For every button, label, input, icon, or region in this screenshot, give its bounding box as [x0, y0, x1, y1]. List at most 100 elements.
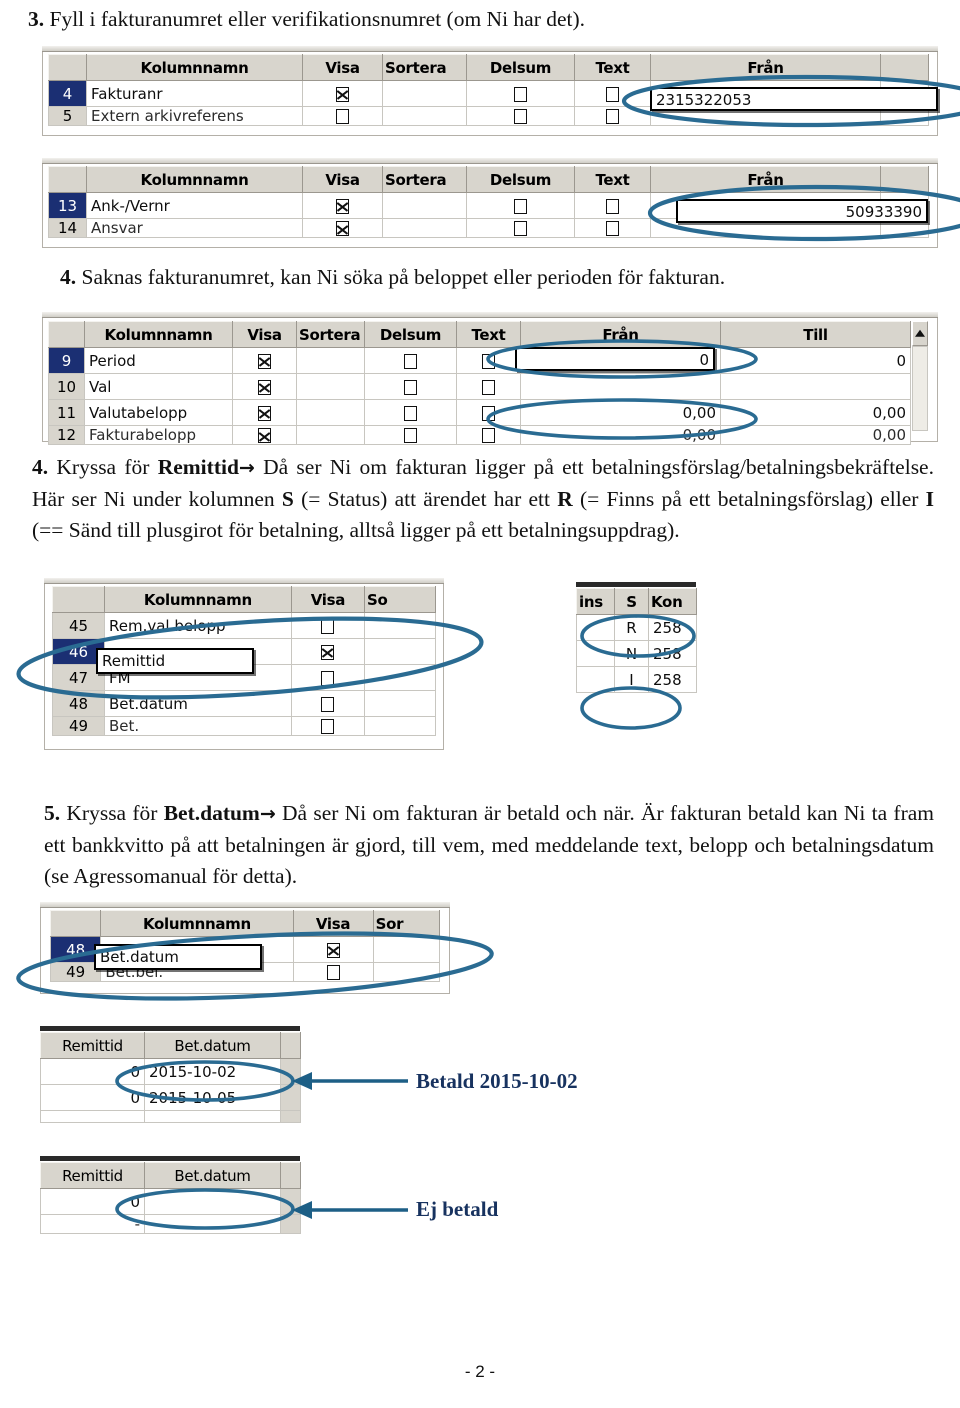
table-row[interactable]: 10 Val: [48, 373, 911, 400]
row-number[interactable]: 45: [52, 612, 105, 639]
row-sortera-cell[interactable]: [364, 664, 436, 691]
row-sortera-cell[interactable]: [382, 192, 467, 219]
row-number[interactable]: 13: [48, 192, 87, 219]
col-header-visa[interactable]: Visa: [292, 910, 374, 937]
col-header-delsum[interactable]: Delsum: [466, 166, 575, 193]
row-delsum-checkbox-cell[interactable]: [466, 80, 575, 107]
cell-betdatum[interactable]: [144, 1214, 281, 1234]
col-header-delsum[interactable]: Delsum: [364, 321, 457, 348]
checkbox-checked-icon[interactable]: [321, 644, 335, 660]
table-row[interactable]: R 258: [576, 614, 697, 641]
row-visa-checkbox-cell[interactable]: [292, 962, 374, 982]
row-text-checkbox-cell[interactable]: [574, 80, 651, 107]
checkbox-icon[interactable]: [482, 379, 495, 395]
col-header-rownum[interactable]: [48, 166, 87, 193]
checkbox-icon[interactable]: [606, 198, 619, 214]
checkbox-icon[interactable]: [326, 965, 340, 980]
col-header-rownum[interactable]: [48, 54, 87, 81]
table-row[interactable]: [40, 1110, 301, 1123]
cell-status[interactable]: N: [614, 640, 649, 667]
row-sortera-cell[interactable]: [296, 373, 365, 400]
col-header-kolumnnamn[interactable]: Kolumnnamn: [100, 910, 294, 937]
checkbox-icon[interactable]: [321, 719, 335, 734]
row-column-name[interactable]: Extern arkivreferens: [86, 106, 303, 126]
row-sortera-cell[interactable]: [372, 936, 441, 963]
checkbox-checked-icon[interactable]: [258, 405, 271, 421]
row-text-checkbox-cell[interactable]: [574, 192, 651, 219]
checkbox-icon[interactable]: [404, 379, 417, 395]
row-number[interactable]: 9: [48, 347, 85, 374]
row-text-checkbox-cell[interactable]: [456, 373, 521, 400]
scroll-up-button[interactable]: [912, 321, 928, 346]
row-sortera-cell[interactable]: [382, 80, 467, 107]
checkbox-icon[interactable]: [321, 696, 335, 712]
checkbox-checked-icon[interactable]: [258, 379, 271, 395]
col-header-visa[interactable]: Visa: [232, 321, 297, 348]
cell-ins[interactable]: [576, 640, 615, 667]
row-sortera-cell[interactable]: [364, 716, 436, 736]
row-sortera-cell[interactable]: [364, 612, 436, 639]
col-header-sortera[interactable]: Sortera: [382, 166, 467, 193]
cell-status[interactable]: R: [614, 614, 649, 641]
cell-remittid[interactable]: 0: [40, 1058, 145, 1085]
col-header-text[interactable]: Text: [456, 321, 521, 348]
row-sortera-cell[interactable]: [296, 347, 365, 374]
row-column-name[interactable]: Period: [84, 347, 233, 374]
cell-remittid[interactable]: 0: [40, 1188, 145, 1215]
period-fran-input[interactable]: 0: [515, 347, 715, 371]
col-header-sortera[interactable]: Sortera: [296, 321, 365, 348]
row-delsum-checkbox-cell[interactable]: [466, 106, 575, 126]
row-fran-cell[interactable]: 0,00: [520, 399, 721, 426]
col-header-rownum[interactable]: [49, 910, 102, 937]
row-visa-checkbox-cell[interactable]: [290, 638, 366, 665]
checkbox-icon[interactable]: [404, 405, 417, 421]
checkbox-icon[interactable]: [336, 109, 349, 124]
kolumnnamn-edit-input[interactable]: Remittid: [96, 648, 254, 674]
col-header-fran[interactable]: Från: [520, 321, 721, 348]
col-header-fran[interactable]: Från: [650, 54, 881, 81]
col-header-kolumnnamn[interactable]: Kolumnnamn: [86, 166, 303, 193]
table-row[interactable]: 11 Valutabelopp 0,00 0,00: [48, 399, 911, 426]
cell-betdatum[interactable]: 2015-10-05: [144, 1084, 281, 1111]
row-visa-checkbox-cell[interactable]: [232, 347, 297, 374]
col-header-sortera[interactable]: Sortera: [382, 54, 467, 81]
checkbox-checked-icon[interactable]: [258, 428, 271, 443]
col-header-betdatum[interactable]: Bet.datum: [144, 1162, 281, 1189]
table-row[interactable]: 12 Fakturabelopp 0,00 0,00: [48, 425, 911, 445]
row-number[interactable]: 49: [52, 716, 105, 736]
row-sortera-cell[interactable]: [382, 106, 467, 126]
col-header-till[interactable]: [880, 166, 929, 193]
column-settings-grid[interactable]: Kolumnnamn Visa Sortera Delsum Text Från…: [48, 321, 911, 445]
checkbox-icon[interactable]: [514, 86, 527, 102]
cell-konto[interactable]: 258: [648, 666, 697, 693]
table-row[interactable]: N 258: [576, 640, 697, 667]
row-sortera-cell[interactable]: [364, 638, 436, 665]
row-fran-cell[interactable]: [520, 373, 721, 400]
row-visa-checkbox-cell[interactable]: [290, 664, 366, 691]
row-visa-checkbox-cell[interactable]: [302, 106, 383, 126]
fran-value-input[interactable]: 2315322053: [650, 87, 938, 111]
row-visa-checkbox-cell[interactable]: [232, 399, 297, 426]
cell-status[interactable]: I: [614, 666, 649, 693]
row-number[interactable]: 5: [48, 106, 87, 126]
col-header-visa[interactable]: Visa: [290, 586, 366, 613]
vertical-scrollbar[interactable]: [912, 346, 928, 431]
cell-konto[interactable]: 258: [648, 614, 697, 641]
row-text-checkbox-cell[interactable]: [456, 425, 521, 445]
col-header-till[interactable]: Till: [720, 321, 911, 348]
row-number[interactable]: 48: [52, 690, 105, 717]
fran-value-input[interactable]: 50933390: [676, 199, 928, 223]
status-grid[interactable]: ins S Kon R 258 N 258 I 258: [576, 588, 697, 693]
table-row[interactable]: 0: [40, 1188, 301, 1215]
col-header-rownum[interactable]: [48, 321, 85, 348]
checkbox-icon[interactable]: [482, 353, 495, 369]
col-header-sortera[interactable]: So: [364, 586, 436, 613]
col-header-text[interactable]: Text: [574, 166, 651, 193]
table-row[interactable]: 9 Period 0: [48, 347, 911, 374]
table-row[interactable]: 49 Bet.: [52, 716, 436, 736]
col-header-delsum[interactable]: Delsum: [466, 54, 575, 81]
result-grid[interactable]: Remittid Bet.datum 0 -: [40, 1162, 301, 1234]
checkbox-icon[interactable]: [606, 221, 619, 236]
row-fran-cell[interactable]: 0,00: [520, 425, 721, 445]
row-column-name[interactable]: Fakturanr: [86, 80, 303, 107]
